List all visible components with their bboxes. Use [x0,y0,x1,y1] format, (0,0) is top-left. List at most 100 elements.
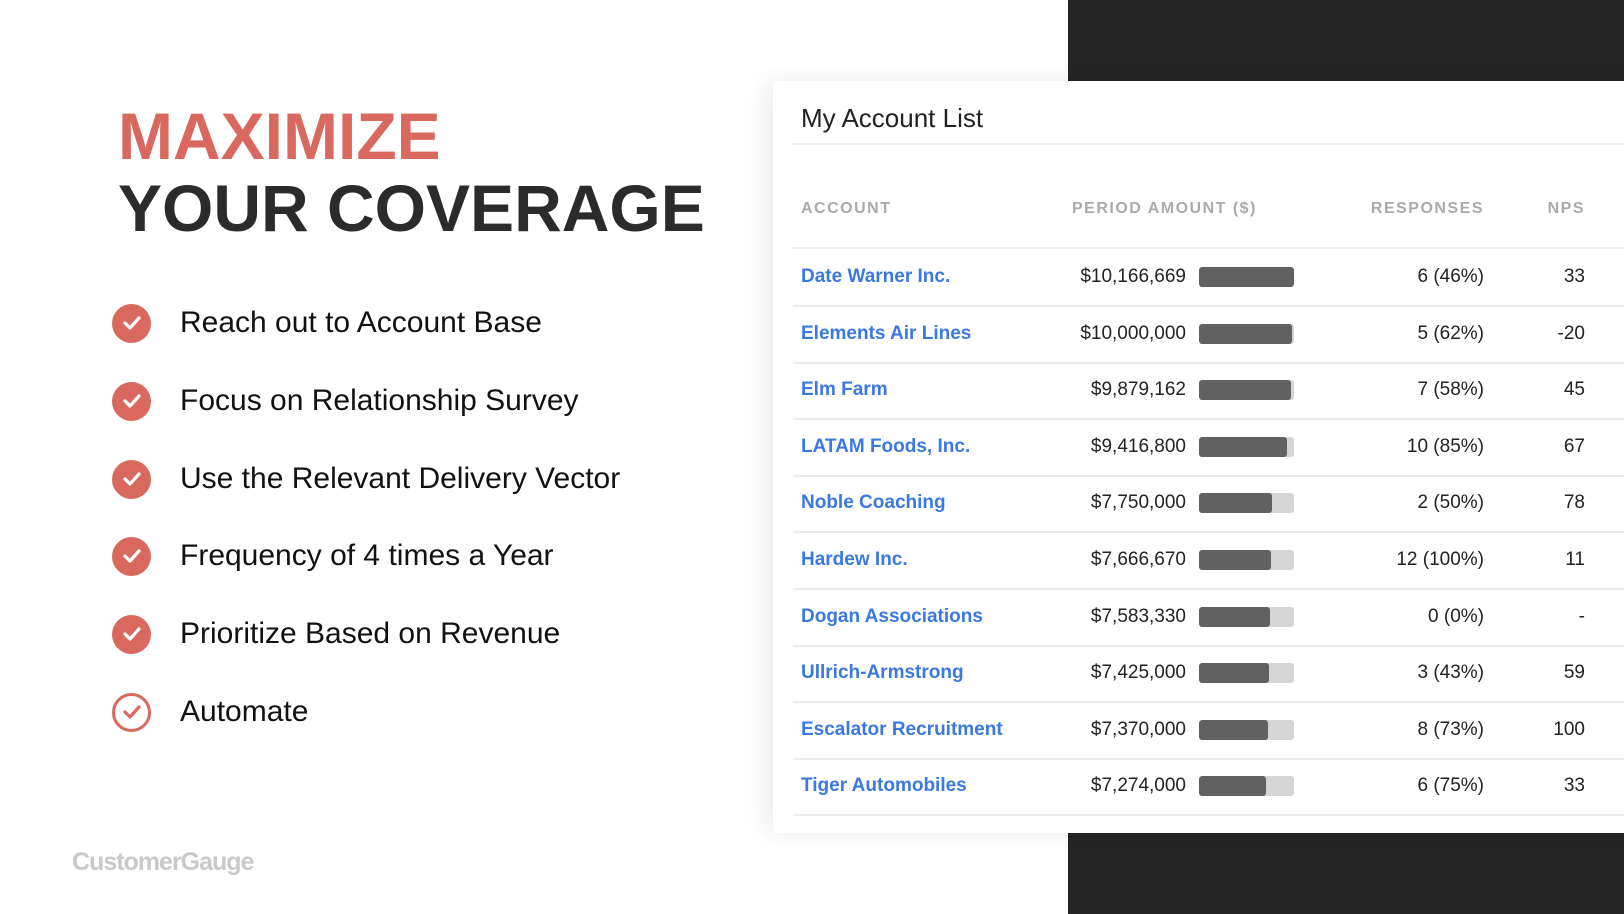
period-amount: $9,416,800 [1090,435,1186,457]
account-link[interactable]: Dogan Associations [801,589,983,645]
amount-bar [1199,436,1294,457]
table-row: Escalator Recruitment $7,370,000 8 (73%) 10… [793,702,1624,760]
responses: 6 (46%) [1417,266,1484,287]
bullet-item: Frequency of 4 times a Year [112,536,554,576]
headline-line1: MAXIMIZE [118,99,441,173]
table-row: Elm Farm $9,879,162 7 (58%) 45 [793,362,1624,421]
table-row: Elements Air Lines $10,000,000 5 (62%) -20 [793,306,1624,364]
bullet-text: Reach out to Account Base [180,306,542,339]
bullet-text: Focus on Relationship Survey [180,384,579,417]
nps: -20 [1557,322,1585,344]
customergauge-logo: CustomerGauge [72,848,254,876]
account-link[interactable]: Elements Air Lines [801,306,971,362]
period-amount: $7,370,000 [1090,718,1186,740]
check-circle-icon [112,692,151,732]
amount-bar [1199,776,1294,797]
bullet-item: Prioritize Based on Revenue [112,614,560,654]
amount-bar [1199,663,1294,684]
headline-line2: YOUR COVERAGE [118,171,705,245]
amount-bar-fill [1199,663,1270,684]
nps: 100 [1553,718,1585,740]
bullet-text: Prioritize Based on Revenue [180,617,561,650]
amount-bar [1199,267,1294,287]
period-amount: $7,425,000 [1090,662,1186,684]
bullet-text: Frequency of 4 times a Year [180,539,554,572]
nps: 59 [1563,662,1585,684]
amount-bar-fill [1199,380,1292,401]
bullet-text: Automate [180,695,309,728]
amount-bar-fill [1199,267,1294,287]
check-circle-icon [112,459,151,499]
amount-bar [1199,380,1294,401]
responses: 12 (100%) [1396,549,1484,570]
column-header-period-amount[interactable]: PERIOD AMOUNT ($) [1072,200,1257,218]
nps: 11 [1565,549,1585,570]
check-circle-icon [112,381,151,421]
account-link[interactable]: LATAM Foods, Inc. [801,419,970,475]
account-link[interactable]: Ullrich-Armstrong [801,645,964,701]
period-amount: $7,666,670 [1090,549,1186,570]
amount-bar-fill [1199,776,1267,797]
table-row: Noble Coaching $7,750,000 2 (50%) 78 [793,475,1624,534]
check-circle-icon [112,536,151,576]
period-amount: $7,583,330 [1090,605,1186,627]
account-link[interactable]: Escalator Recruitment [801,702,1003,758]
table-row: Ullrich-Armstrong $7,425,000 3 (43%) 59 [793,645,1624,704]
table-row: Tiger Automobiles $7,274,000 6 (75%) 33 [793,758,1624,817]
responses: 2 (50%) [1417,492,1484,514]
account-list-panel: My Account List ACCOUNT PERIOD AMOUNT ($… [773,81,1624,833]
column-header-responses[interactable]: RESPONSES [1371,200,1484,218]
account-link[interactable]: Tiger Automobiles [801,758,967,814]
responses: 7 (58%) [1417,379,1484,401]
period-amount: $7,750,000 [1090,492,1186,514]
nps: - [1578,605,1585,627]
account-link[interactable]: Elm Farm [801,362,888,418]
dark-background-bottom [1068,833,1624,914]
amount-bar-fill [1199,719,1269,740]
table-row: Hardew Inc. $7,666,670 12 (100%) 11 [793,532,1624,590]
column-header-account[interactable]: ACCOUNT [801,200,892,218]
bullet-item: Automate [112,692,308,732]
account-link[interactable]: Noble Coaching [801,475,946,531]
title-divider [793,143,1624,145]
amount-bar [1199,606,1294,627]
amount-bar-fill [1199,550,1272,570]
table-row: Dogan Associations $7,583,330 0 (0%) - [793,589,1624,647]
bullet-item: Use the Relevant Delivery Vector [112,459,620,499]
period-amount: $9,879,162 [1090,379,1186,401]
panel-title: My Account List [801,103,984,133]
period-amount: $10,166,669 [1080,266,1186,287]
responses: 3 (43%) [1417,662,1484,684]
responses: 0 (0%) [1428,605,1484,627]
headline: MAXIMIZE YOUR COVERAGE [118,100,705,244]
bullet-item: Reach out to Account Base [112,303,542,343]
amount-bar [1199,550,1294,570]
responses: 5 (62%) [1417,322,1484,344]
amount-bar [1199,493,1294,514]
nps: 67 [1563,435,1585,457]
table-row: Date Warner Inc. $10,166,669 6 (46%) 33 [793,249,1624,307]
nps: 33 [1563,775,1585,797]
bullet-text: Use the Relevant Delivery Vector [180,462,621,495]
period-amount: $10,000,000 [1080,322,1186,344]
nps: 78 [1563,492,1585,514]
amount-bar-fill [1199,606,1271,627]
check-circle-icon [112,614,151,654]
responses: 6 (75%) [1417,775,1484,797]
table-row: LATAM Foods, Inc. $9,416,800 10 (85%) 67 [793,419,1624,477]
check-circle-icon [112,303,151,343]
amount-bar-fill [1199,436,1288,457]
period-amount: $7,274,000 [1090,775,1186,797]
nps: 33 [1563,266,1585,287]
account-link[interactable]: Hardew Inc. [801,532,908,588]
account-link[interactable]: Date Warner Inc. [801,249,950,305]
column-header-nps[interactable]: NPS [1548,200,1585,218]
amount-bar [1199,323,1294,344]
responses: 8 (73%) [1417,718,1484,740]
nps: 45 [1563,379,1585,401]
dark-background-top [1068,0,1624,81]
amount-bar-fill [1199,493,1273,514]
responses: 10 (85%) [1406,435,1484,457]
bullet-item: Focus on Relationship Survey [112,381,579,421]
amount-bar-fill [1199,323,1293,344]
